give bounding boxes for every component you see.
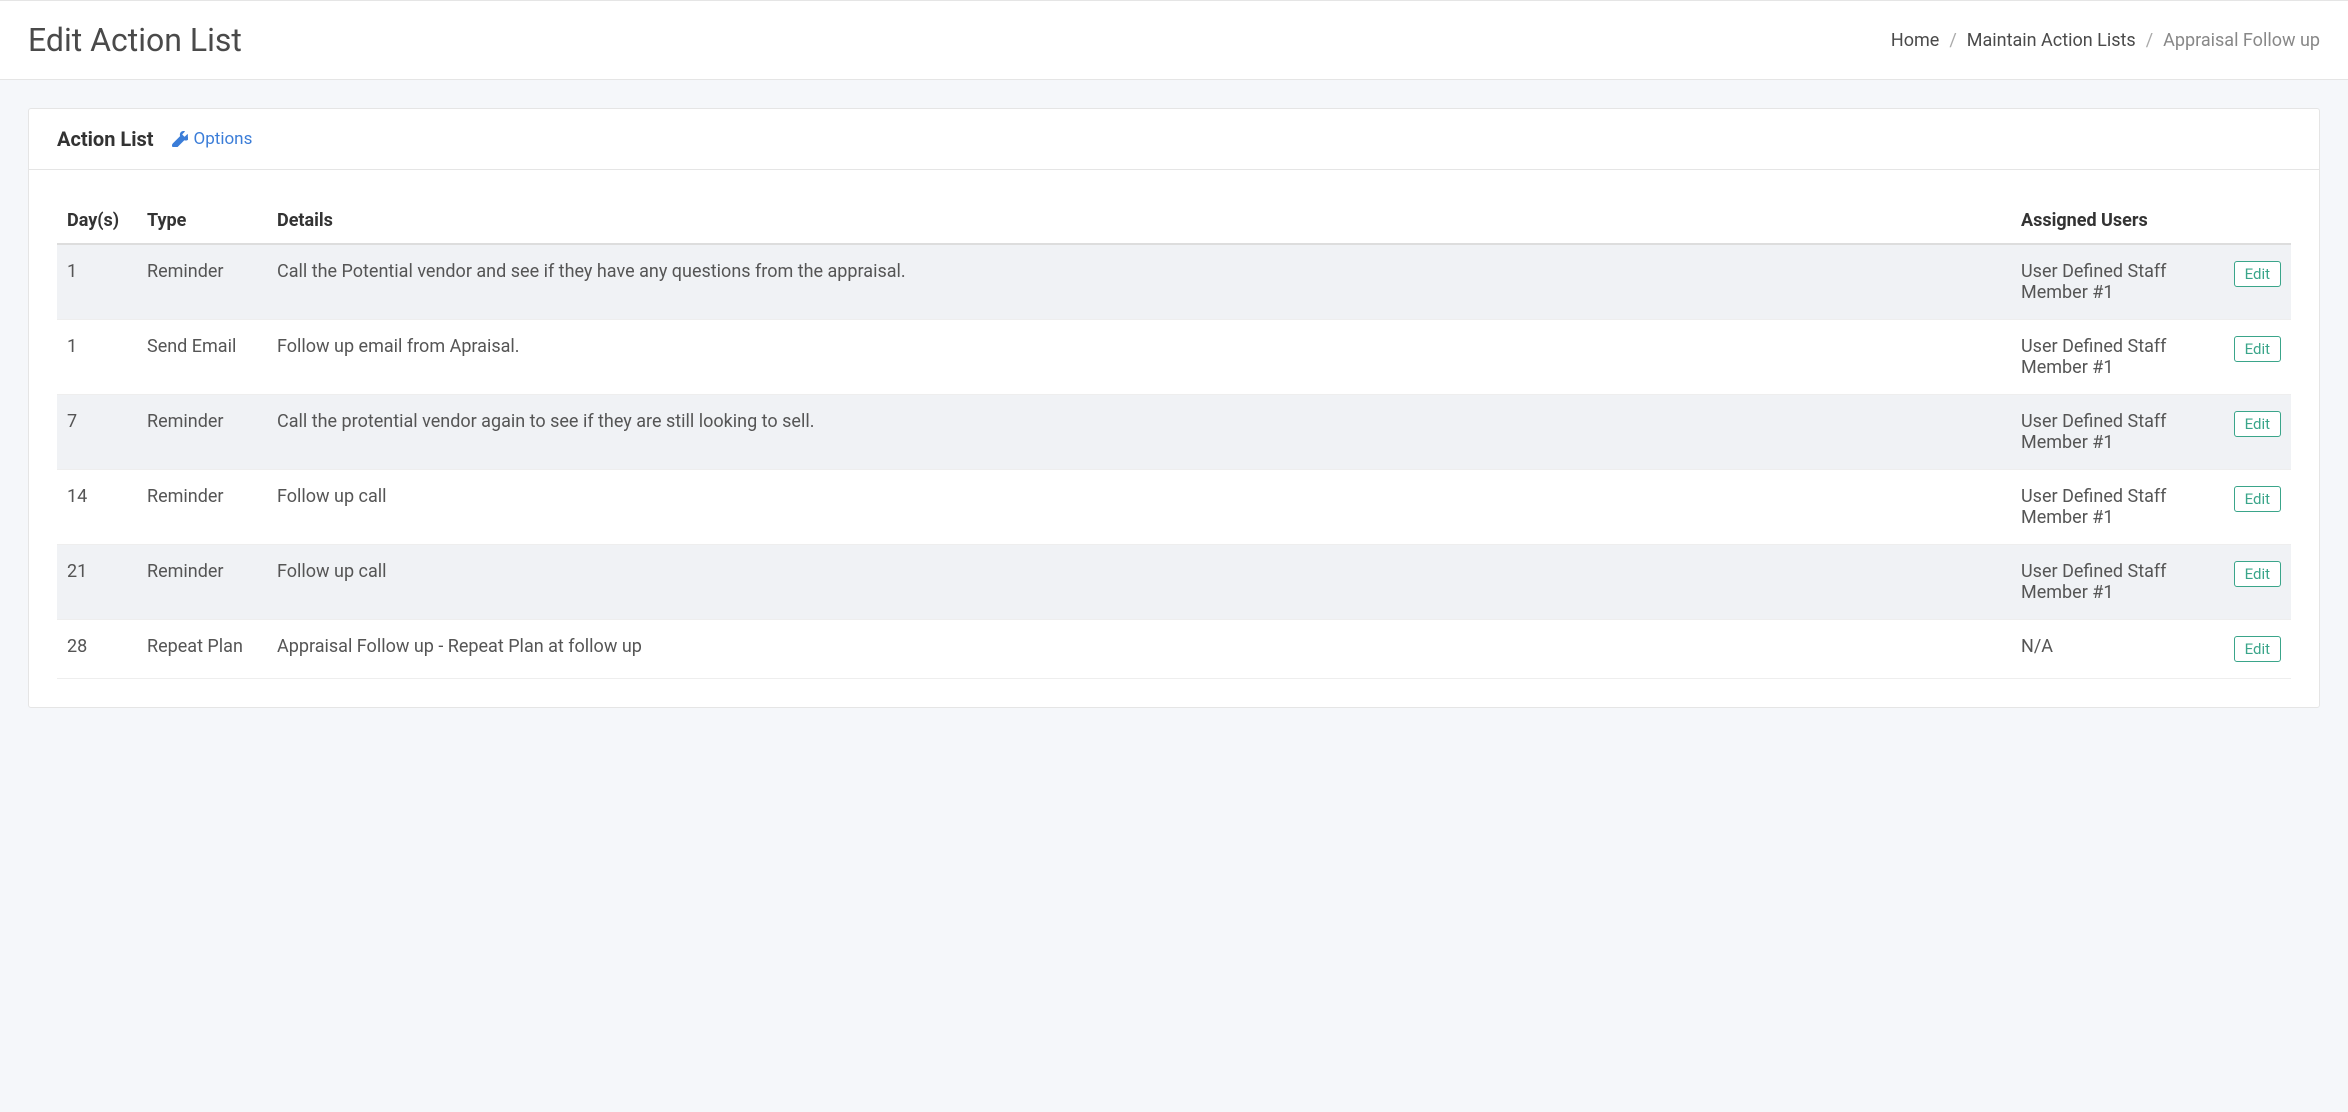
page-title: Edit Action List (28, 21, 242, 59)
cell-days: 21 (57, 545, 137, 620)
cell-days: 14 (57, 470, 137, 545)
column-header-edit (2221, 198, 2291, 244)
edit-button[interactable]: Edit (2234, 336, 2281, 362)
panel-title: Action List (57, 127, 154, 151)
edit-button[interactable]: Edit (2234, 411, 2281, 437)
cell-details: Follow up email from Apraisal. (267, 320, 2011, 395)
cell-edit: Edit (2221, 545, 2291, 620)
column-header-details: Details (267, 198, 2011, 244)
cell-assigned: User Defined Staff Member #1 (2011, 244, 2221, 320)
cell-type: Send Email (137, 320, 267, 395)
cell-details: Follow up call (267, 470, 2011, 545)
panel-header: Action List Options (29, 109, 2319, 170)
panel-body: Day(s) Type Details Assigned Users 1Remi… (29, 170, 2319, 707)
cell-days: 28 (57, 620, 137, 679)
cell-days: 1 (57, 320, 137, 395)
cell-details: Call the Potential vendor and see if the… (267, 244, 2011, 320)
action-list-table: Day(s) Type Details Assigned Users 1Remi… (57, 198, 2291, 679)
content-area: Action List Options Day(s) Type Details … (0, 80, 2348, 736)
cell-edit: Edit (2221, 470, 2291, 545)
options-label: Options (194, 129, 253, 149)
cell-details: Call the protential vendor again to see … (267, 395, 2011, 470)
cell-edit: Edit (2221, 320, 2291, 395)
cell-type: Reminder (137, 395, 267, 470)
cell-type: Reminder (137, 470, 267, 545)
breadcrumb-separator: / (2146, 30, 2153, 51)
cell-type: Reminder (137, 545, 267, 620)
breadcrumb-maintain[interactable]: Maintain Action Lists (1967, 30, 2136, 51)
cell-type: Repeat Plan (137, 620, 267, 679)
breadcrumb-home[interactable]: Home (1891, 30, 1939, 51)
table-row: 28Repeat PlanAppraisal Follow up - Repea… (57, 620, 2291, 679)
action-list-panel: Action List Options Day(s) Type Details … (28, 108, 2320, 708)
cell-details: Appraisal Follow up - Repeat Plan at fol… (267, 620, 2011, 679)
cell-assigned: User Defined Staff Member #1 (2011, 320, 2221, 395)
cell-edit: Edit (2221, 395, 2291, 470)
table-header-row: Day(s) Type Details Assigned Users (57, 198, 2291, 244)
page-header: Edit Action List Home / Maintain Action … (0, 0, 2348, 80)
table-row: 14ReminderFollow up callUser Defined Sta… (57, 470, 2291, 545)
breadcrumb-separator: / (1949, 30, 1956, 51)
table-row: 1ReminderCall the Potential vendor and s… (57, 244, 2291, 320)
column-header-assigned: Assigned Users (2011, 198, 2221, 244)
table-row: 21ReminderFollow up callUser Defined Sta… (57, 545, 2291, 620)
cell-assigned: N/A (2011, 620, 2221, 679)
cell-days: 1 (57, 244, 137, 320)
column-header-type: Type (137, 198, 267, 244)
cell-assigned: User Defined Staff Member #1 (2011, 545, 2221, 620)
edit-button[interactable]: Edit (2234, 486, 2281, 512)
column-header-days: Day(s) (57, 198, 137, 244)
cell-edit: Edit (2221, 620, 2291, 679)
breadcrumb-current: Appraisal Follow up (2163, 30, 2320, 51)
table-row: 1Send EmailFollow up email from Apraisal… (57, 320, 2291, 395)
cell-days: 7 (57, 395, 137, 470)
edit-button[interactable]: Edit (2234, 636, 2281, 662)
wrench-icon (172, 131, 188, 147)
edit-button[interactable]: Edit (2234, 261, 2281, 287)
cell-assigned: User Defined Staff Member #1 (2011, 470, 2221, 545)
table-row: 7ReminderCall the protential vendor agai… (57, 395, 2291, 470)
cell-type: Reminder (137, 244, 267, 320)
cell-edit: Edit (2221, 244, 2291, 320)
cell-details: Follow up call (267, 545, 2011, 620)
edit-button[interactable]: Edit (2234, 561, 2281, 587)
breadcrumb: Home / Maintain Action Lists / Appraisal… (1891, 30, 2320, 51)
options-link[interactable]: Options (172, 129, 253, 149)
cell-assigned: User Defined Staff Member #1 (2011, 395, 2221, 470)
